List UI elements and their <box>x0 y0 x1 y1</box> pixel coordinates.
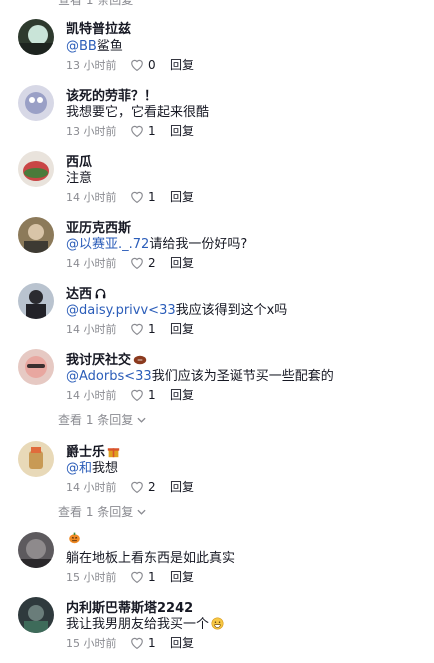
heart-icon <box>131 59 143 71</box>
comment-meta: 13 小时前 0 回复 <box>66 56 194 73</box>
comment-time: 14 小时前 <box>66 322 117 336</box>
reply-button[interactable]: 回复 <box>170 320 194 337</box>
view-replies-button[interactable]: 查看 1 条回复 <box>58 411 146 428</box>
heart-icon <box>131 481 143 493</box>
comment-time: 14 小时前 <box>66 388 117 402</box>
comment-time: 13 小时前 <box>66 58 117 72</box>
comment-body: 我们应该为圣诞节买一些配套的 <box>151 369 334 384</box>
chevron-down-icon <box>137 417 146 423</box>
like-count: 1 <box>148 189 156 204</box>
comment-time: 14 小时前 <box>66 480 117 494</box>
comment-author[interactable] <box>66 531 81 546</box>
heart-icon <box>131 637 143 649</box>
like-button[interactable]: 1 <box>130 322 170 336</box>
comment-meta: 15 小时前 1 回复 <box>66 568 194 585</box>
comment-body: 躺在地板上看东西是如此真实 <box>66 551 236 566</box>
comment-meta: 14 小时前 2 回复 <box>66 254 194 271</box>
reply-button[interactable]: 回复 <box>170 386 194 403</box>
comment-text: @和我想 <box>66 457 118 476</box>
comment-body: 我应该得到这个x吗 <box>175 303 288 318</box>
mention-link[interactable]: @daisy.privv<33 <box>66 303 176 318</box>
comment-body: 我想 <box>92 461 119 476</box>
like-count: 0 <box>148 57 156 72</box>
comment-text: 我想要它，它看起来很酷 <box>66 101 209 120</box>
comment-time: 15 小时前 <box>66 636 117 650</box>
mention-link[interactable]: @以赛亚._.72 <box>66 237 149 252</box>
avatar[interactable] <box>18 217 54 253</box>
reply-button[interactable]: 回复 <box>170 634 194 651</box>
like-count: 1 <box>148 123 156 138</box>
grin-emoji-icon <box>211 617 224 630</box>
comment-meta: 14 小时前 1 回复 <box>66 188 194 205</box>
avatar[interactable] <box>18 349 54 385</box>
heart-icon <box>131 191 143 203</box>
pumpkin-icon <box>69 532 80 544</box>
avatar[interactable] <box>18 151 54 187</box>
like-count: 1 <box>148 635 156 650</box>
like-count: 1 <box>148 321 156 336</box>
mention-link[interactable]: @Adorbs<33 <box>66 369 152 384</box>
comment-text: @Adorbs<33我们应该为圣诞节买一些配套的 <box>66 365 334 384</box>
like-button[interactable]: 2 <box>130 480 170 494</box>
comment-meta: 14 小时前 2 回复 <box>66 478 194 495</box>
comment-text: 我让我男朋友给我买一个 <box>66 613 224 632</box>
reply-button[interactable]: 回复 <box>170 188 194 205</box>
avatar[interactable] <box>18 441 54 477</box>
view-replies-cut[interactable]: 查看 1 条回复 <box>58 0 133 8</box>
comment-text: 躺在地板上看东西是如此真实 <box>66 547 235 566</box>
reply-button[interactable]: 回复 <box>170 122 194 139</box>
comment-body: 请给我一份好吗? <box>149 237 248 252</box>
like-button[interactable]: 1 <box>130 190 170 204</box>
comment-meta: 13 小时前 1 回复 <box>66 122 194 139</box>
avatar[interactable] <box>18 85 54 121</box>
like-count: 1 <box>148 569 156 584</box>
like-button[interactable]: 1 <box>130 388 170 402</box>
comment-time: 15 小时前 <box>66 570 117 584</box>
comment-text: @BB鲨鱼 <box>66 35 123 54</box>
like-count: 2 <box>148 479 156 494</box>
comment-body: 我想要它，它看起来很酷 <box>66 105 210 120</box>
heart-icon <box>131 125 143 137</box>
like-button[interactable]: 1 <box>130 124 170 138</box>
like-count: 2 <box>148 255 156 270</box>
comment-meta: 15 小时前 1 回复 <box>66 634 194 651</box>
reply-button[interactable]: 回复 <box>170 56 194 73</box>
comment-time: 14 小时前 <box>66 256 117 270</box>
mention-link[interactable]: @BB <box>66 39 97 54</box>
like-button[interactable]: 0 <box>130 58 170 72</box>
comment-body: 注意 <box>66 171 93 186</box>
comment-text: @以赛亚._.72请给我一份好吗? <box>66 233 247 252</box>
reply-button[interactable]: 回复 <box>170 568 194 585</box>
reply-button[interactable]: 回复 <box>170 254 194 271</box>
comment-body: 我让我男朋友给我买一个 <box>66 617 210 632</box>
heart-icon <box>131 323 143 335</box>
comment-text: 注意 <box>66 167 92 186</box>
comment-body: 鲨鱼 <box>96 39 123 54</box>
avatar[interactable] <box>18 283 54 319</box>
reply-button[interactable]: 回复 <box>170 478 194 495</box>
like-button[interactable]: 2 <box>130 256 170 270</box>
view-replies-button[interactable]: 查看 1 条回复 <box>58 503 146 520</box>
avatar[interactable] <box>18 597 54 633</box>
avatar[interactable] <box>18 532 54 568</box>
comment-meta: 14 小时前 1 回复 <box>66 320 194 337</box>
comment-time: 14 小时前 <box>66 190 117 204</box>
heart-icon <box>131 389 143 401</box>
like-count: 1 <box>148 387 156 402</box>
comment-meta: 14 小时前 1 回复 <box>66 386 194 403</box>
like-button[interactable]: 1 <box>130 570 170 584</box>
like-button[interactable]: 1 <box>130 636 170 650</box>
mention-link[interactable]: @和 <box>66 461 92 476</box>
heart-icon <box>131 571 143 583</box>
comment-time: 13 小时前 <box>66 124 117 138</box>
chevron-down-icon <box>137 509 146 515</box>
heart-icon <box>131 257 143 269</box>
avatar[interactable] <box>18 19 54 55</box>
comment-text: @daisy.privv<33我应该得到这个x吗 <box>66 299 287 318</box>
